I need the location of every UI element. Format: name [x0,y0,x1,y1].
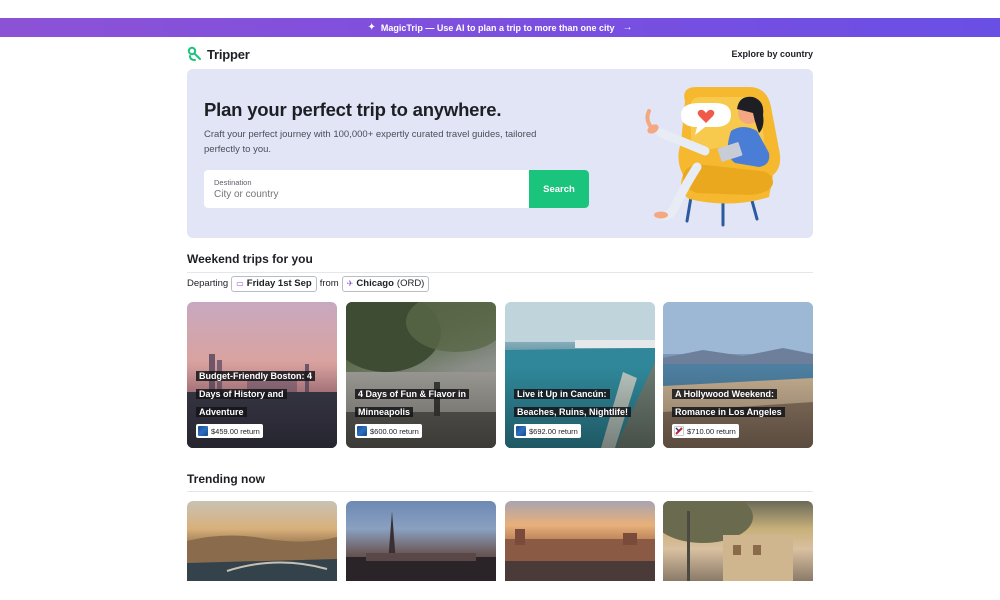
price-badge: $692.00 return [514,424,581,438]
origin-picker-chip[interactable]: ✈ Chicago (ORD) [341,275,430,292]
logo[interactable]: Tripper [187,46,250,62]
calendar-icon: ▭ [236,279,244,288]
card-title: 4 Days of Fun & Flavor in Minneapolis [355,389,470,417]
price-badge: $459.00 return [196,424,263,438]
destination-label: Destination [214,178,252,187]
river-city-image [187,535,337,581]
united-airlines-icon [357,426,367,436]
card-title-wrap: A Hollywood Weekend: Romance in Los Ange… [672,384,804,420]
card-title: Live it Up in Cancún: Beaches, Ruins, Ni… [514,389,632,417]
united-airlines-icon [198,426,208,436]
trending-card-image[interactable] [187,501,337,581]
origin-city: Chicago [356,278,394,289]
trip-card-boston[interactable]: Budget-Friendly Boston: 4 Days of Histor… [187,302,337,448]
tripper-logo-icon [187,46,201,61]
arrow-right-icon: → [622,22,633,33]
card-title-wrap: Live it Up in Cancún: Beaches, Ruins, Ni… [514,384,646,420]
cathedral-city-image [346,511,496,581]
magictrip-banner[interactable]: ✦ MagicTrip — Use AI to plan a trip to m… [0,18,1000,37]
trending-card-image[interactable] [663,501,813,581]
banner-text: MagicTrip — Use AI to plan a trip to mor… [380,22,615,33]
card-title: Budget-Friendly Boston: 4 Days of Histor… [196,371,315,417]
hero-section: Plan your perfect trip to anywhere. Craf… [187,69,813,238]
trending-card-image[interactable] [505,501,655,581]
sparkle-icon: ✦ [367,22,376,33]
hero-subtitle: Craft your perfect journey with 100,000+… [204,129,537,155]
card-title: A Hollywood Weekend: Romance in Los Ange… [672,389,785,417]
search-button[interactable]: Search [529,170,589,208]
section-divider [187,491,813,492]
spirit-airlines-icon [674,426,684,436]
site-header: Tripper Explore by country [187,44,813,64]
price-badge: $600.00 return [355,424,422,438]
date-picker-chip[interactable]: ▭ Friday 1st Sep [231,275,317,292]
destination-search: Destination Search [204,170,589,208]
price-text: $600.00 return [370,426,419,436]
card-title-wrap: 4 Days of Fun & Flavor in Minneapolis [355,384,487,420]
origin-code: (ORD) [396,278,425,289]
trending-title: Trending now [187,472,265,486]
trip-card-los-angeles[interactable]: A Hollywood Weekend: Romance in Los Ange… [663,302,813,448]
card-title-wrap: Budget-Friendly Boston: 4 Days of Histor… [196,366,328,420]
destination-input[interactable] [214,189,514,200]
price-text: $692.00 return [529,426,578,436]
from-label: from [319,278,339,289]
price-text: $459.00 return [211,426,260,436]
trip-card-minneapolis[interactable]: 4 Days of Fun & Flavor in Minneapolis $6… [346,302,496,448]
old-town-image [663,501,793,581]
trip-card-cancun[interactable]: Live it Up in Cancún: Beaches, Ruins, Ni… [505,302,655,448]
woman-in-armchair-illustration [645,87,781,227]
united-airlines-icon [516,426,526,436]
plane-icon: ✈ [346,279,354,288]
city-sunset-image [505,529,655,581]
hero-title: Plan your perfect trip to anywhere. [204,99,502,120]
departing-row: Departing ▭ Friday 1st Sep from ✈ Chicag… [187,275,430,292]
trending-card-image[interactable] [346,501,496,581]
price-badge: $710.00 return [672,424,739,438]
logo-text: Tripper [207,46,250,62]
explore-by-country-link[interactable]: Explore by country [731,49,813,59]
price-text: $710.00 return [687,426,736,436]
section-divider [187,272,813,273]
departing-label: Departing [187,278,229,289]
date-value: Friday 1st Sep [246,278,312,289]
weekend-trips-title: Weekend trips for you [187,252,313,266]
